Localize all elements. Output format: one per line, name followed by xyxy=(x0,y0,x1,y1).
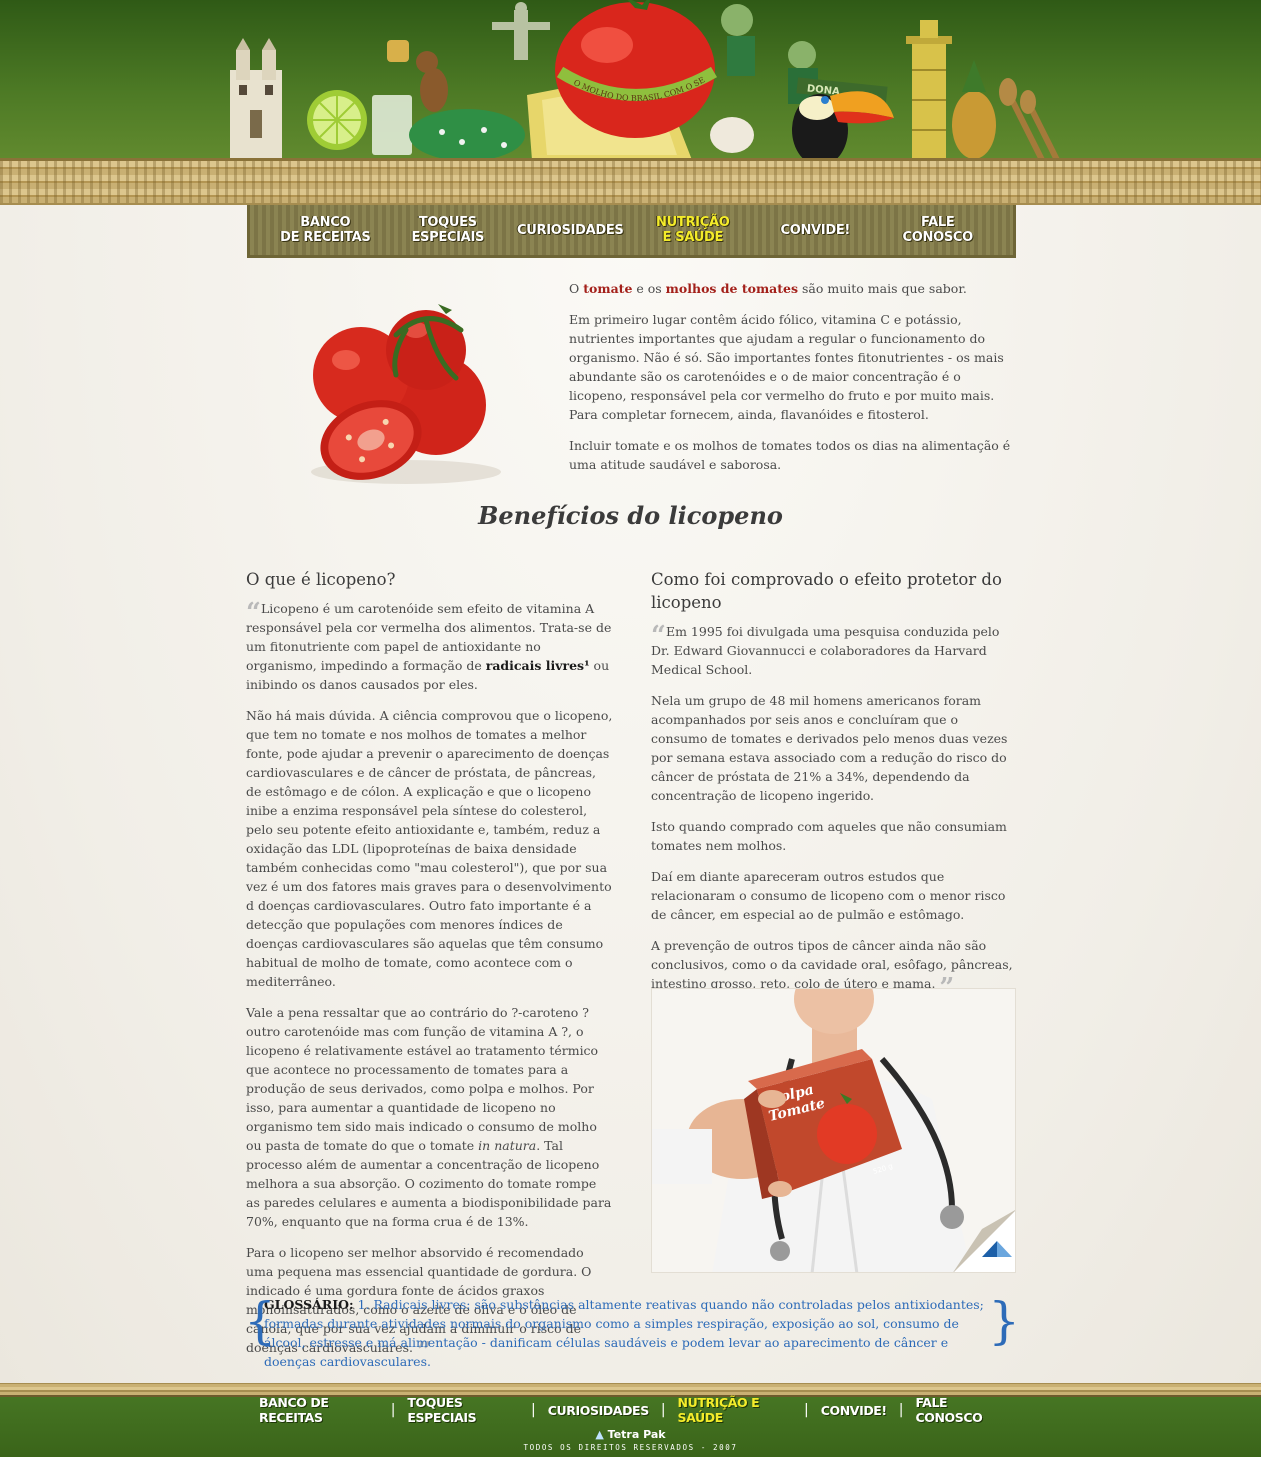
right-paragraph: Daí em diante apareceram outros estudos … xyxy=(651,869,1006,922)
glossary: { } GLOSSÁRIO: 1. Radicais livres: são s… xyxy=(244,1292,1020,1369)
left-paragraph: Vale a pena ressaltar que ao contrário d… xyxy=(246,1005,612,1229)
nav-curiosidades[interactable]: CURIOSIDADES xyxy=(515,223,625,238)
header-collage-illustration: O MOLHO DO BRASIL COM O SEU TOQUE DONA xyxy=(222,0,1060,160)
footer-link-fale-conosco[interactable]: FALE CONOSCO xyxy=(903,1395,1017,1425)
right-column-title: Como foi comprovado o efeito protetor do… xyxy=(651,570,1002,612)
main-nav: BANCO DE RECEITAS TOQUES ESPECIAIS CURIO… xyxy=(247,205,1016,258)
tetra-pak-icon: ▲ xyxy=(595,1428,604,1441)
right-column: Como foi comprovado o efeito protetor do… xyxy=(651,568,1016,1005)
right-paragraph: A prevenção de outros tipos de câncer ai… xyxy=(651,936,1016,1001)
copyright: TODOS OS DIREITOS RESERVADOS - 2007 xyxy=(523,1443,738,1452)
glossary-label: GLOSSÁRIO: xyxy=(264,1297,354,1312)
intro-paragraph: O tomate e os molhos de tomates são muit… xyxy=(569,281,967,296)
footer-link-curiosidades[interactable]: CURIOSIDADES xyxy=(536,1403,661,1418)
left-paragraph: Não há mais dúvida. A ciência comprovou … xyxy=(246,708,613,989)
doctor-illustration: Polpa Tomate 520 g xyxy=(652,989,1015,1272)
lime-icon xyxy=(307,90,367,150)
left-paragraph: “Licopeno é um carotenóide sem efeito de… xyxy=(246,598,612,692)
right-paragraph: “Em 1995 foi divulgada uma pesquisa cond… xyxy=(651,621,1000,677)
nav-nutricao-e-saude[interactable]: NUTRIÇÃO E SAÚDE xyxy=(638,215,748,245)
intro-paragraph: Em primeiro lugar contêm ácido fólico, v… xyxy=(569,312,1004,422)
footer-link-toques-especiais[interactable]: TOQUES ESPECIAIS xyxy=(395,1395,531,1425)
intro-text: O tomate e os molhos de tomates são muit… xyxy=(569,279,1016,486)
church-icon xyxy=(230,38,282,160)
left-column-title: O que é licopeno? xyxy=(246,570,396,589)
intro-paragraph: Incluir tomate e os molhos de tomates to… xyxy=(569,438,1011,472)
footer-nav: BANCO DE RECEITAS | TOQUES ESPECIAIS | C… xyxy=(247,1395,1017,1425)
section-title: Benefícios do licopeno xyxy=(478,501,783,530)
tomatoes-image xyxy=(311,304,501,484)
footer-link-banco-de-receitas[interactable]: BANCO DE RECEITAS xyxy=(247,1395,391,1425)
tetra-pak-brand[interactable]: ▲ Tetra Pak xyxy=(0,1428,1261,1441)
christ-statue-icon xyxy=(492,2,550,60)
left-column: O que é licopeno? “Licopeno é um caroten… xyxy=(246,568,614,1369)
straw-border xyxy=(0,158,1261,205)
right-paragraph: Nela um grupo de 48 mil homens americano… xyxy=(651,693,1008,803)
highlight-tomate: tomate xyxy=(583,281,633,296)
highlight-molhos: molhos de tomates xyxy=(665,281,799,296)
tower-icon xyxy=(906,20,952,160)
radicais-livres-term: radicais livres¹ xyxy=(485,658,590,673)
footer-straw-border xyxy=(0,1383,1261,1397)
left-brace-icon: { xyxy=(244,1292,276,1350)
nav-fale-conosco[interactable]: FALE CONOSCO xyxy=(883,215,993,245)
nav-banco-de-receitas[interactable]: BANCO DE RECEITAS xyxy=(270,215,380,245)
right-paragraph: Isto quando comprado com aqueles que não… xyxy=(651,819,1007,853)
footer-link-convide[interactable]: CONVIDE! xyxy=(809,1403,899,1418)
nav-toques-especiais[interactable]: TOQUES ESPECIAIS xyxy=(393,215,503,245)
nav-convide[interactable]: CONVIDE! xyxy=(760,223,870,238)
doctor-with-product-image: Polpa Tomate 520 g xyxy=(651,988,1016,1273)
toucan-icon xyxy=(792,91,894,160)
right-brace-icon: } xyxy=(988,1292,1020,1350)
footer-link-nutricao-e-saude[interactable]: NUTRIÇÃO E SAÚDE xyxy=(666,1395,804,1425)
